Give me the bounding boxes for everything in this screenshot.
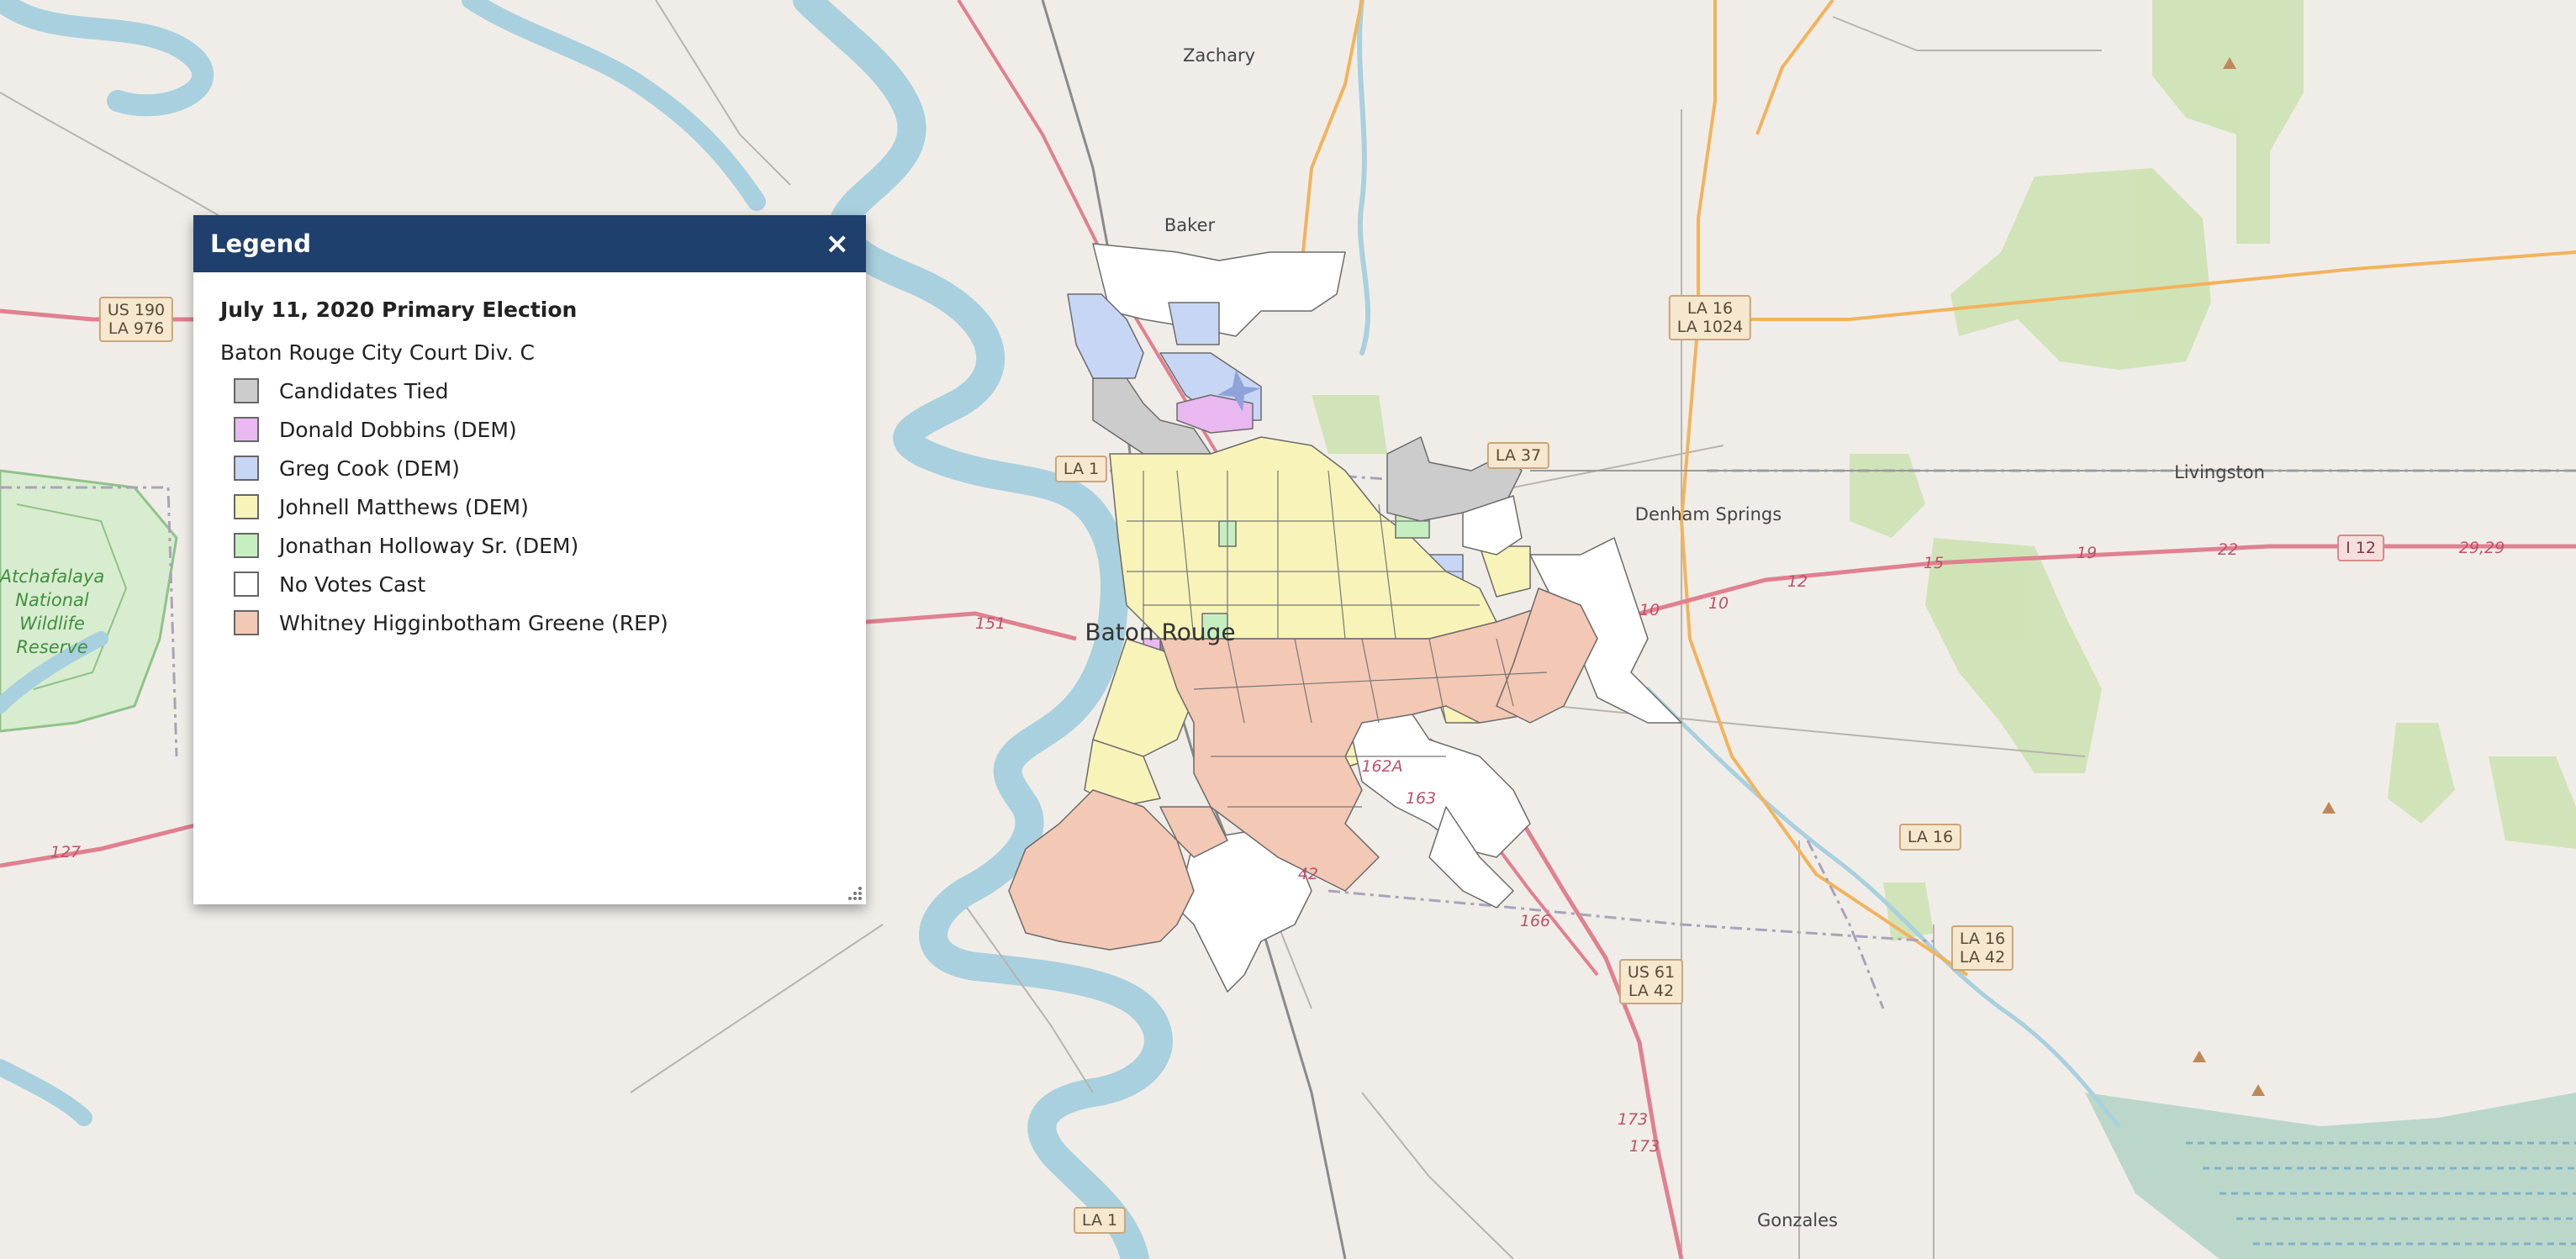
route-166: 166	[1519, 912, 1551, 930]
route-10: 10	[1639, 601, 1660, 619]
legend-items: Candidates Tied Donald Dobbins (DEM) Gre…	[220, 371, 839, 642]
route-173: 173	[1617, 1110, 1649, 1129]
resize-grip-icon[interactable]	[846, 884, 863, 901]
legend-swatch	[234, 417, 259, 442]
place-livingston: Livingston	[2174, 462, 2265, 482]
legend-race-name: Baton Rouge City Court Div. C	[220, 340, 535, 365]
shield-la16-east: LA 16	[1898, 824, 1962, 851]
legend-swatch	[234, 610, 259, 635]
shield-line: LA 42	[1959, 948, 2006, 967]
place-denham-springs: Denham Springs	[1634, 504, 1782, 524]
legend-panel: Legend × July 11, 2020 Primary Election …	[193, 215, 866, 904]
route-15: 15	[1923, 554, 1945, 572]
place-baton-rouge: Baton Rouge	[1085, 618, 1236, 646]
close-icon[interactable]: ×	[826, 229, 850, 258]
legend-item-donald-dobbins: Donald Dobbins (DEM)	[234, 410, 839, 449]
legend-swatch	[234, 572, 259, 597]
route-10: 10	[1708, 594, 1729, 613]
shield-us61-la42: US 61 LA 42	[1618, 959, 1684, 1004]
legend-item-candidates-tied: Candidates Tied	[234, 371, 839, 410]
route-19: 19	[2076, 544, 2098, 562]
shield-la16-la42: LA 16 LA 42	[1950, 925, 2014, 971]
shield-line: LA 976	[108, 319, 165, 338]
shield-line: LA 1024	[1676, 318, 1744, 336]
legend-swatch	[234, 494, 259, 519]
legend-item-johnell-matthews: Johnell Matthews (DEM)	[234, 487, 839, 526]
legend-swatch	[234, 378, 259, 403]
legend-item-label: Jonathan Holloway Sr. (DEM)	[279, 533, 579, 558]
legend-item-whitney-greene: Whitney Higginbotham Greene (REP)	[234, 603, 839, 642]
place-zachary: Zachary	[1182, 45, 1256, 66]
place-gonzales: Gonzales	[1756, 1210, 1839, 1230]
legend-header: Legend ×	[193, 215, 866, 272]
legend-item-label: No Votes Cast	[279, 572, 426, 597]
route-12: 12	[1787, 572, 1808, 591]
route-29: 29,29	[2458, 539, 2505, 557]
route-151: 151	[974, 614, 1006, 633]
legend-body: July 11, 2020 Primary Election Baton Rou…	[193, 272, 866, 642]
shield-line: LA 16	[1687, 299, 1734, 318]
legend-item-greg-cook: Greg Cook (DEM)	[234, 449, 839, 487]
shield-line: LA 42	[1628, 982, 1675, 1000]
route-127: 127	[50, 843, 82, 861]
legend-item-label: Donald Dobbins (DEM)	[279, 417, 517, 442]
shield-i12: I 12	[2337, 535, 2384, 561]
legend-subtitle: July 11, 2020 Primary Election	[220, 298, 578, 322]
shield-us190-la976: US 190 LA 976	[98, 297, 174, 342]
shield-line: US 61	[1627, 963, 1676, 982]
route-42: 42	[1297, 865, 1319, 883]
legend-item-label: Greg Cook (DEM)	[279, 456, 460, 481]
shield-line: LA 16	[1959, 930, 2006, 948]
legend-title: Legend	[210, 229, 311, 258]
shield-la16-la1024: LA 16 LA 1024	[1668, 295, 1752, 340]
route-163: 163	[1405, 789, 1437, 808]
legend-item-label: Johnell Matthews (DEM)	[279, 494, 529, 519]
route-22: 22	[2217, 540, 2239, 559]
place-atchafalaya: Atchafalaya National Wildlife Reserve	[0, 566, 105, 657]
shield-la1-south: LA 1	[1073, 1207, 1127, 1234]
legend-item-jonathan-holloway: Jonathan Holloway Sr. (DEM)	[234, 526, 839, 565]
route-173: 173	[1628, 1137, 1660, 1156]
legend-swatch	[234, 533, 259, 558]
shield-la37: LA 37	[1486, 442, 1550, 469]
legend-item-label: Candidates Tied	[279, 378, 449, 403]
place-baker: Baker	[1164, 215, 1216, 235]
shield-la1-north: LA 1	[1054, 456, 1108, 482]
shield-line: US 190	[107, 301, 166, 319]
legend-swatch	[234, 456, 259, 481]
route-162a: 162A	[1361, 757, 1403, 776]
legend-item-label: Whitney Higginbotham Greene (REP)	[279, 610, 668, 635]
legend-item-no-votes-cast: No Votes Cast	[234, 565, 839, 603]
